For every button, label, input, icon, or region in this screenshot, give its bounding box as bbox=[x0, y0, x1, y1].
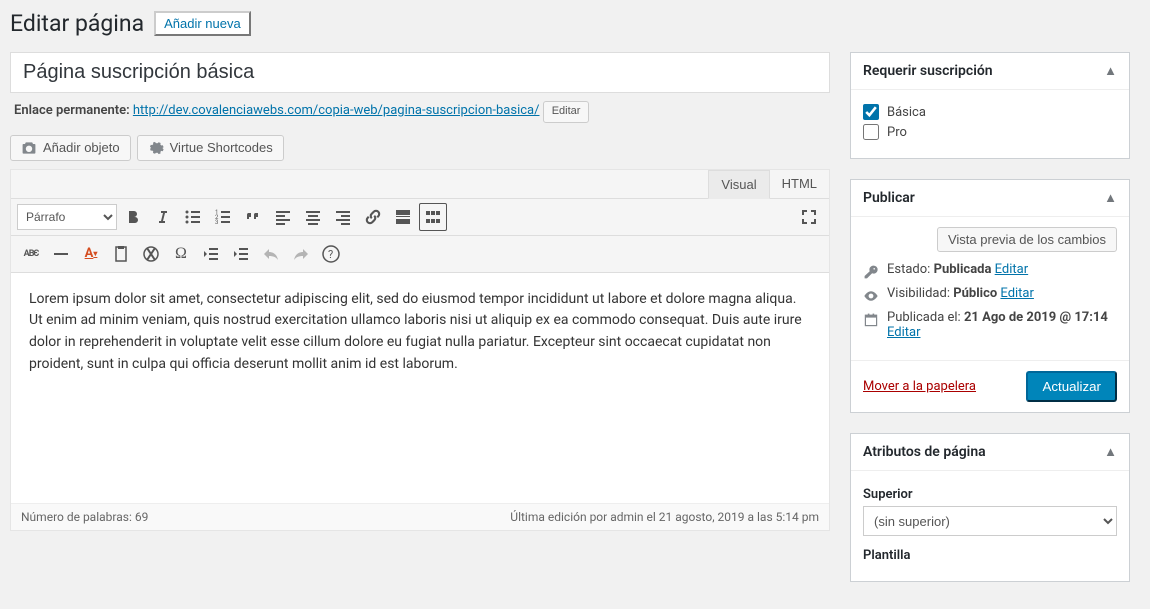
calendar-icon bbox=[863, 312, 879, 328]
publish-metabox: Publicar ▲ Vista previa de los cambios E… bbox=[850, 179, 1130, 413]
subscription-basic-label: Básica bbox=[887, 105, 926, 120]
bullet-list-icon[interactable] bbox=[179, 203, 207, 231]
page-title: Editar página bbox=[10, 10, 144, 37]
word-count: Número de palabras: 69 bbox=[21, 510, 148, 524]
trash-link[interactable]: Mover a la papelera bbox=[863, 379, 976, 394]
collapse-icon[interactable]: ▲ bbox=[1104, 63, 1117, 79]
last-edit: Última edición por admin el 21 agosto, 2… bbox=[510, 510, 819, 524]
help-icon[interactable]: ? bbox=[317, 240, 345, 268]
quote-icon[interactable] bbox=[239, 203, 267, 231]
published-label: Publicada el: bbox=[887, 310, 961, 325]
tab-visual[interactable]: Visual bbox=[708, 170, 769, 199]
gear-icon bbox=[148, 140, 164, 156]
permalink-label: Enlace permanente: bbox=[14, 103, 130, 118]
add-media-label: Añadir objeto bbox=[43, 140, 120, 155]
redo-icon[interactable] bbox=[287, 240, 315, 268]
subscription-pro-row[interactable]: Pro bbox=[863, 124, 1117, 140]
tab-html[interactable]: HTML bbox=[770, 170, 829, 198]
virtue-label: Virtue Shortcodes bbox=[170, 140, 273, 155]
clear-format-icon[interactable] bbox=[137, 240, 165, 268]
paste-text-icon[interactable] bbox=[107, 240, 135, 268]
fullscreen-icon[interactable] bbox=[795, 203, 823, 231]
subscription-pro-checkbox[interactable] bbox=[863, 124, 879, 140]
subscription-title: Requerir suscripción bbox=[863, 63, 993, 79]
read-more-icon[interactable] bbox=[389, 203, 417, 231]
link-icon[interactable] bbox=[359, 203, 387, 231]
subscription-pro-label: Pro bbox=[887, 125, 907, 140]
status-label: Estado: bbox=[887, 262, 930, 277]
indent-icon[interactable] bbox=[227, 240, 255, 268]
numbered-list-icon[interactable]: 123 bbox=[209, 203, 237, 231]
status-edit-link[interactable]: Editar bbox=[995, 262, 1029, 277]
preview-button[interactable]: Vista previa de los cambios bbox=[937, 227, 1117, 252]
italic-icon[interactable] bbox=[149, 203, 177, 231]
subscription-metabox: Requerir suscripción ▲ Básica Pro bbox=[850, 52, 1130, 159]
align-left-icon[interactable] bbox=[269, 203, 297, 231]
virtue-shortcodes-button[interactable]: Virtue Shortcodes bbox=[137, 135, 284, 161]
subscription-basic-checkbox[interactable] bbox=[863, 104, 879, 120]
parent-label: Superior bbox=[863, 487, 1117, 502]
published-edit-link[interactable]: Editar bbox=[887, 325, 921, 340]
key-icon bbox=[863, 264, 879, 280]
svg-text:?: ? bbox=[328, 248, 333, 261]
parent-select[interactable]: (sin superior) bbox=[863, 506, 1117, 536]
format-select[interactable]: Párrafo bbox=[17, 204, 117, 230]
attributes-metabox: Atributos de página ▲ Superior (sin supe… bbox=[850, 433, 1130, 582]
eye-icon bbox=[863, 288, 879, 304]
svg-text:3: 3 bbox=[215, 219, 218, 226]
camera-icon bbox=[21, 140, 37, 156]
permalink-url[interactable]: http://dev.covalenciawebs.com/copia-web/… bbox=[133, 103, 540, 118]
add-new-button[interactable]: Añadir nueva bbox=[154, 11, 251, 36]
bold-icon[interactable] bbox=[119, 203, 147, 231]
align-center-icon[interactable] bbox=[299, 203, 327, 231]
title-input[interactable] bbox=[10, 52, 830, 93]
published-value: 21 Ago de 2019 @ 17:14 bbox=[964, 310, 1108, 325]
toolbar-toggle-icon[interactable] bbox=[419, 203, 447, 231]
subscription-basic-row[interactable]: Básica bbox=[863, 104, 1117, 120]
hr-icon[interactable] bbox=[47, 240, 75, 268]
template-label: Plantilla bbox=[863, 548, 1117, 563]
visibility-label: Visibilidad: bbox=[887, 286, 950, 301]
editor-content[interactable]: Lorem ipsum dolor sit amet, consectetur … bbox=[11, 273, 829, 503]
collapse-icon[interactable]: ▲ bbox=[1104, 444, 1117, 460]
strikethrough-icon[interactable]: ABЄ bbox=[17, 240, 45, 268]
visibility-edit-link[interactable]: Editar bbox=[1000, 286, 1034, 301]
publish-title: Publicar bbox=[863, 190, 915, 206]
collapse-icon[interactable]: ▲ bbox=[1104, 190, 1117, 206]
status-value: Publicada bbox=[934, 262, 992, 277]
align-right-icon[interactable] bbox=[329, 203, 357, 231]
update-button[interactable]: Actualizar bbox=[1026, 371, 1117, 402]
special-char-icon[interactable]: Ω bbox=[167, 240, 195, 268]
visibility-value: Público bbox=[953, 286, 997, 301]
attributes-title: Atributos de página bbox=[863, 444, 986, 460]
text-color-icon[interactable]: A▾ bbox=[77, 240, 105, 268]
undo-icon[interactable] bbox=[257, 240, 285, 268]
outdent-icon[interactable] bbox=[197, 240, 225, 268]
permalink-edit-button[interactable]: Editar bbox=[543, 101, 590, 123]
add-media-button[interactable]: Añadir objeto bbox=[10, 135, 131, 161]
